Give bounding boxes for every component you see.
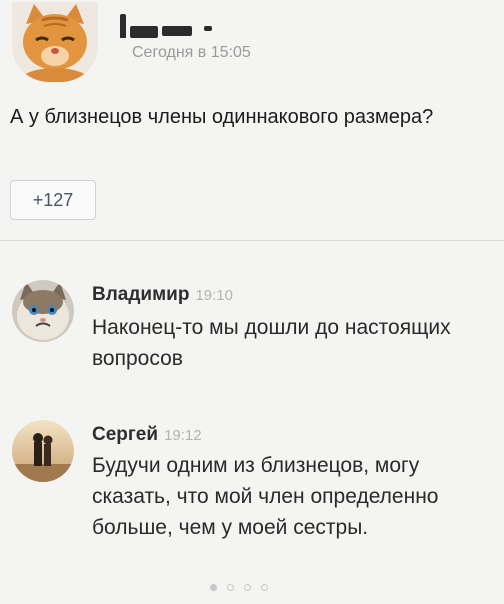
comment-author-name[interactable]: Сергей 19:12 <box>92 424 202 446</box>
divider <box>0 240 504 241</box>
cat-avatar-icon <box>12 2 98 82</box>
comment-author-name[interactable]: Владимир 19:10 <box>92 284 233 306</box>
pager-dot[interactable] <box>210 584 217 591</box>
pager-dot[interactable] <box>227 584 234 591</box>
pager-dot[interactable] <box>261 584 268 591</box>
pager-dot[interactable] <box>244 584 251 591</box>
couple-photo-avatar-icon <box>12 420 74 482</box>
comment-author-avatar[interactable] <box>12 280 74 342</box>
like-count: +127 <box>32 189 74 210</box>
grumpy-cat-avatar-icon <box>12 280 74 342</box>
comment-text: Будучи одним из близнецов, могу сказать,… <box>92 454 439 539</box>
post-author-name[interactable] <box>120 8 220 38</box>
comment-author-avatar[interactable] <box>12 420 74 482</box>
redaction-mark <box>162 26 192 36</box>
comment-text: Наконец-то мы дошли до настоящих вопросо… <box>92 316 451 370</box>
post-timestamp[interactable]: Сегодня в 15:05 <box>132 44 251 62</box>
post-text: А у близнецов члены одиннакового размера… <box>10 106 434 128</box>
redaction-mark <box>204 26 212 31</box>
like-button[interactable]: +127 <box>10 180 96 220</box>
comment-author-text: Сергей <box>92 424 159 445</box>
comment-timestamp[interactable]: 19:10 <box>195 287 233 304</box>
comment-author-text: Владимир <box>92 284 190 305</box>
pager <box>200 584 268 591</box>
post-author-avatar[interactable] <box>12 2 98 82</box>
redaction-mark <box>120 14 126 38</box>
redaction-mark <box>130 26 158 38</box>
comment-timestamp[interactable]: 19:12 <box>164 427 202 444</box>
post-header: Сегодня в 15:05 <box>12 0 492 82</box>
